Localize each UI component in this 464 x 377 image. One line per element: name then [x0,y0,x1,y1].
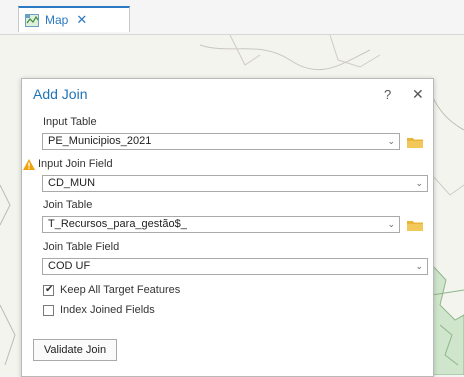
map-tab-icon [25,13,39,27]
close-icon[interactable]: ✕ [76,12,87,28]
keep-all-label: Keep All Target Features [60,284,181,296]
help-icon[interactable]: ? [384,87,391,102]
warning-icon [23,159,35,170]
input-table-dropdown[interactable]: PE_Municipios_2021 ⌄ [42,133,400,150]
input-table-value: PE_Municipios_2021 [48,135,152,147]
input-join-field-label: Input Join Field [38,158,113,170]
tab-strip: Map ✕ [0,0,464,35]
tab-map[interactable]: Map ✕ [18,6,130,32]
join-table-dropdown[interactable]: T_Recursos_para_gestão$_ ⌄ [42,216,400,233]
input-table-label: Input Table [43,116,97,128]
join-table-field-label: Join Table Field [43,241,120,253]
folder-icon[interactable] [407,136,423,148]
input-join-field-dropdown[interactable]: CD_MUN ⌄ [42,175,428,192]
join-table-label: Join Table [43,199,93,211]
add-join-dialog: Add Join ? ✕ Input Table PE_Municipios_2… [21,78,434,377]
validate-join-button[interactable]: Validate Join [33,339,117,361]
index-joined-checkbox[interactable] [43,305,54,316]
close-icon[interactable]: ✕ [412,86,424,103]
input-join-field-value: CD_MUN [48,177,96,189]
chevron-down-icon: ⌄ [387,136,395,146]
keep-all-checkbox[interactable]: ✔ [43,284,54,296]
join-table-value: T_Recursos_para_gestão$_ [48,218,187,230]
chevron-down-icon: ⌄ [415,261,423,271]
index-joined-label: Index Joined Fields [60,304,155,316]
folder-icon[interactable] [407,219,423,231]
chevron-down-icon: ⌄ [387,219,395,229]
join-table-field-dropdown[interactable]: COD UF ⌄ [42,258,428,275]
chevron-down-icon: ⌄ [415,178,423,188]
dialog-title: Add Join [33,86,88,102]
checkmark-icon: ✔ [45,284,54,295]
join-table-field-value: COD UF [48,260,91,272]
tab-map-label: Map [45,13,69,27]
